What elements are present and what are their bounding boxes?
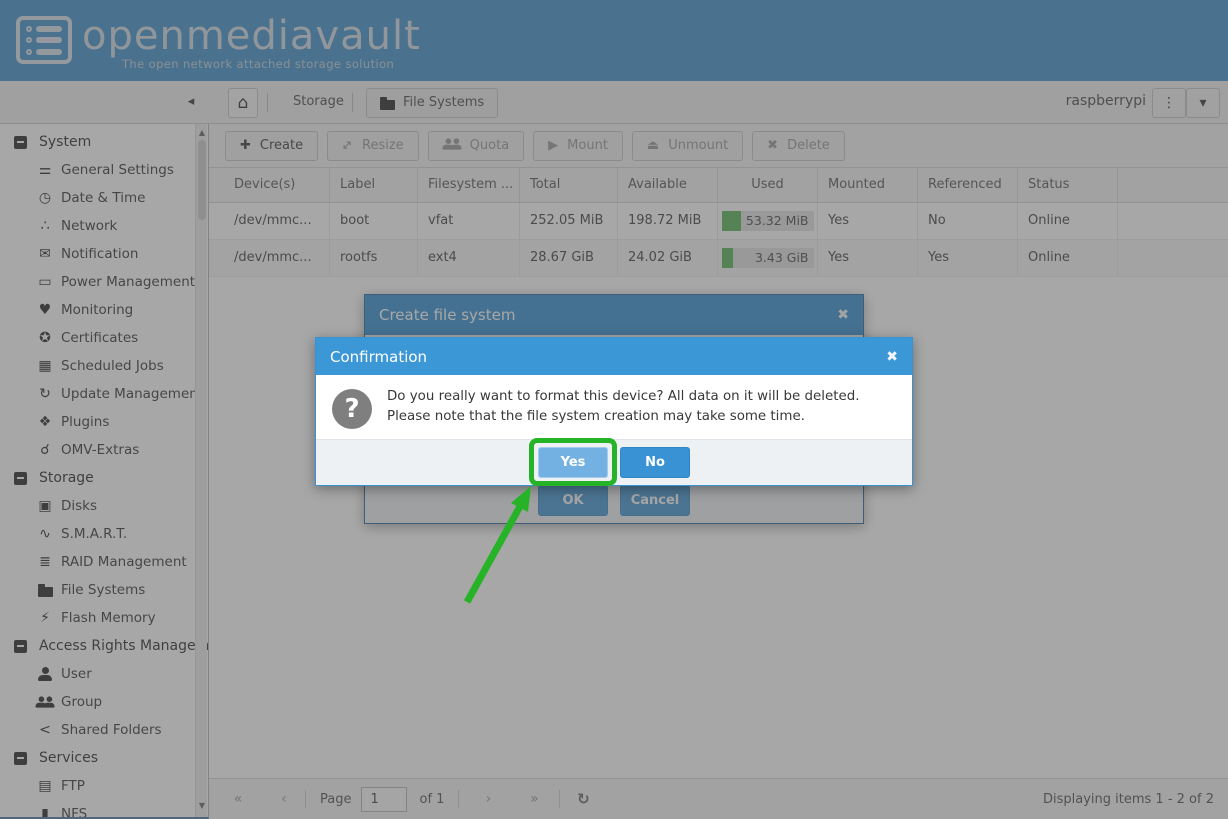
question-mark-icon: ? xyxy=(332,389,372,429)
omv-app: openmediavault The open network attached… xyxy=(0,0,1228,819)
confirmation-dialog-header[interactable]: Confirmation ✖ xyxy=(316,338,912,375)
confirmation-message: Do you really want to format this device… xyxy=(387,389,860,425)
yes-button[interactable]: Yes xyxy=(538,447,608,478)
confirmation-dialog-title: Confirmation xyxy=(330,347,428,366)
confirmation-dialog-footer: Yes No xyxy=(316,439,912,485)
confirmation-dialog-body: ? Do you really want to format this devi… xyxy=(316,375,912,439)
close-icon[interactable]: ✖ xyxy=(876,349,898,365)
confirmation-dialog: Confirmation ✖ ? Do you really want to f… xyxy=(315,337,913,486)
no-button[interactable]: No xyxy=(620,447,690,478)
